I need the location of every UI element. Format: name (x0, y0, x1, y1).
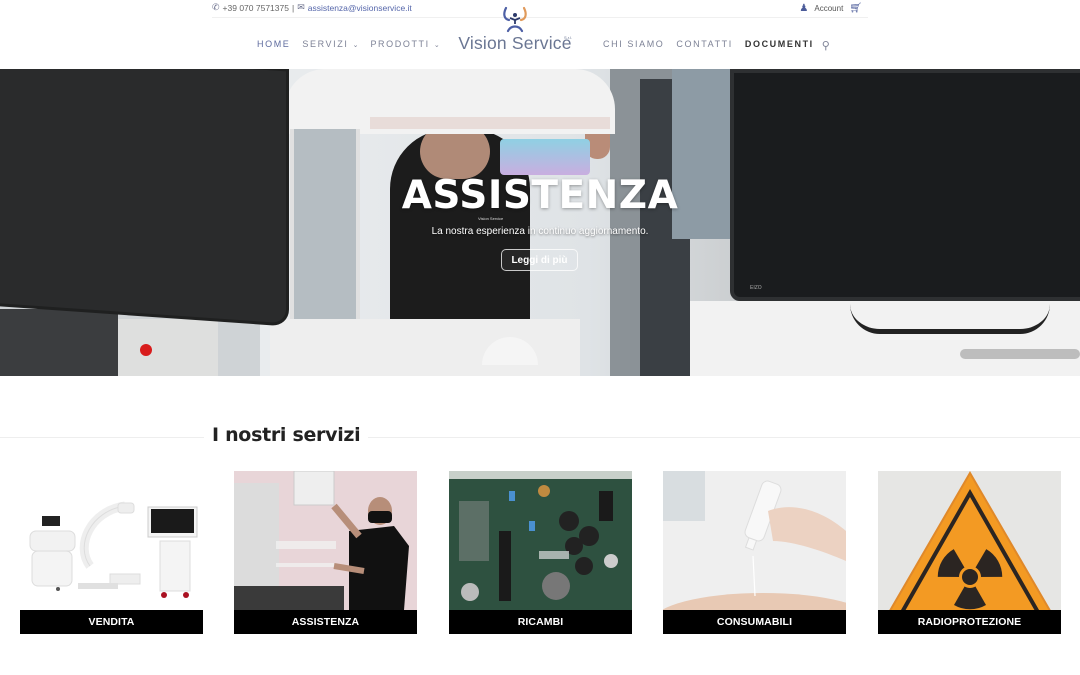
vendita-image (20, 471, 203, 610)
services-heading: I nostri servizi (204, 424, 369, 446)
hero-mini-logo: Vision Service (478, 216, 504, 221)
nav-contatti[interactable]: CONTATTI (676, 39, 732, 52)
technician-mammograph-image (234, 471, 417, 610)
circuit-board-image (449, 471, 632, 610)
consumabili-image (663, 471, 846, 610)
logo-suffix: S.r.l. (563, 35, 572, 40)
nav-servizi[interactable]: SERVIZI ⌄ (302, 39, 358, 49)
nav-home-label: HOME (257, 39, 291, 49)
read-more-button[interactable]: Leggi di più (501, 249, 578, 271)
service-label: RADIOPROTEZIONE (878, 610, 1061, 634)
logo-text: Vision Service (458, 33, 572, 53)
phone-icon: ✆ (212, 2, 220, 12)
service-card-radioprotezione[interactable]: RADIOPROTEZIONE (878, 471, 1061, 634)
account-link[interactable]: Account (814, 4, 843, 13)
contact-bar: ✆ +39 070 7571375 | ✉ assistenza@visions… (212, 2, 412, 13)
envelope-icon: ✉ (297, 2, 305, 12)
service-card-assistenza[interactable]: ASSISTENZA (234, 471, 417, 634)
chevron-down-icon: ⌄ (352, 42, 359, 49)
search-icon[interactable]: ⚲ (822, 39, 830, 52)
service-card-ricambi[interactable]: RICAMBI (449, 471, 632, 634)
service-label: VENDITA (20, 610, 203, 634)
radioprotezione-image (878, 471, 1061, 610)
user-icon: ♟ (799, 3, 809, 14)
chevron-down-icon: ⌄ (433, 42, 440, 49)
radiation-warning-icon (878, 471, 1061, 610)
logo-figure-icon (503, 6, 527, 33)
nav-servizi-label: SERVIZI (302, 39, 349, 49)
assistenza-image (234, 471, 417, 610)
phone-link[interactable]: +39 070 7571375 (223, 3, 289, 13)
service-card-vendita[interactable]: VENDITA (20, 471, 203, 634)
service-label: CONSUMABILI (663, 610, 846, 634)
ricambi-image (449, 471, 632, 610)
account-area: ♟ Account 🛒︎ (799, 3, 862, 14)
main-nav-right: CHI SIAMO CONTATTI DOCUMENTI ⚲ (603, 39, 830, 52)
separator: | (291, 2, 295, 13)
hero-content: ASSISTENZA Vision Service La nostra espe… (0, 69, 1080, 376)
nav-chi-siamo[interactable]: CHI SIAMO (603, 39, 664, 52)
email-link[interactable]: assistenza@visionservice.it (308, 3, 412, 13)
nav-home[interactable]: HOME (257, 39, 290, 49)
gel-bottle-image (663, 471, 846, 610)
nav-documenti[interactable]: DOCUMENTI (745, 39, 814, 52)
section-divider (0, 437, 1080, 438)
service-label: ASSISTENZA (234, 610, 417, 634)
service-label: RICAMBI (449, 610, 632, 634)
site-header: ✆ +39 070 7571375 | ✉ assistenza@visions… (0, 0, 1080, 69)
cart-icon[interactable]: 🛒︎ (849, 3, 862, 14)
main-nav-left: HOME SERVIZI ⌄ PRODOTTI ⌄ (257, 39, 440, 49)
c-arm-equipment-image (29, 501, 198, 598)
nav-prodotti[interactable]: PRODOTTI ⌄ (370, 39, 439, 49)
hero-subtitle: La nostra esperienza in continuo aggiorn… (431, 226, 649, 237)
service-card-consumabili[interactable]: CONSUMABILI (663, 471, 846, 634)
nav-prodotti-label: PRODOTTI (370, 39, 430, 49)
hero-title: ASSISTENZA (401, 173, 679, 218)
site-logo[interactable]: Vision Service S.r.l. (452, 6, 578, 54)
